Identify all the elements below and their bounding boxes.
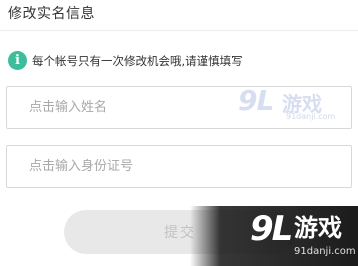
notice-text: 每个帐号只有一次修改机会哦,请谨慎填写 <box>32 53 243 68</box>
info-icon: i <box>8 51 27 70</box>
id-number-field[interactable] <box>6 145 352 188</box>
watermark-url: 91danji.com <box>286 112 336 121</box>
real-name-edit-page: 修改实名信息 i 每个帐号只有一次修改机会哦,请谨慎填写 提交 9L 游戏 91… <box>0 0 358 266</box>
id-number-input[interactable] <box>7 146 351 187</box>
watermark-url: 91danji.com <box>294 246 356 257</box>
watermark-brand-text: 游戏 <box>294 214 342 242</box>
watermark-logo-dark: 9L 游戏 91danji.com <box>190 206 358 266</box>
watermark-brand-mark: 9L <box>238 84 274 117</box>
header-divider <box>0 30 358 31</box>
notice-bar: i 每个帐号只有一次修改机会哦,请谨慎填写 <box>8 51 243 70</box>
watermark-brand-mark: 9L <box>250 209 293 249</box>
page-title: 修改实名信息 <box>8 6 95 22</box>
watermark-logo-light: 9L 游戏 91danji.com <box>238 82 342 126</box>
